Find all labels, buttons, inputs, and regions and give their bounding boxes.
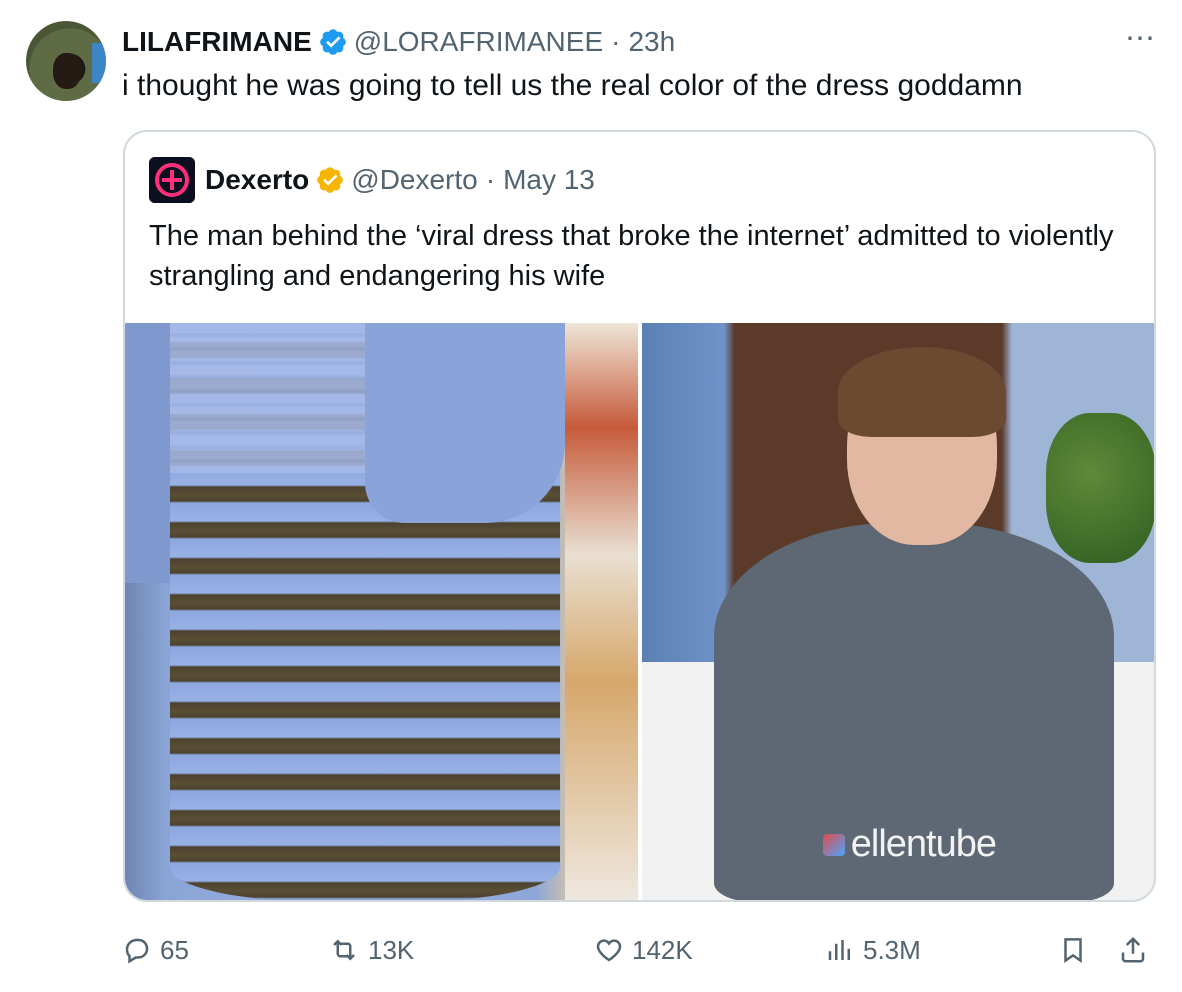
reply-button[interactable]: 65 xyxy=(122,928,189,972)
like-button[interactable]: 142K xyxy=(594,928,693,972)
tweet-text: i thought he was going to tell us the re… xyxy=(122,69,1023,102)
watermark-text: ellentube xyxy=(850,823,997,865)
blue-jacket xyxy=(365,323,565,523)
dress-photo[interactable] xyxy=(125,323,638,900)
quoted-author-avatar[interactable] xyxy=(149,157,195,203)
gold-verified-badge-icon xyxy=(315,165,345,195)
heart-icon xyxy=(596,939,622,962)
separator-dot: · xyxy=(485,164,496,195)
repost-icon xyxy=(333,939,355,961)
repost-count: 13K xyxy=(368,934,415,965)
author-handle[interactable]: @LORAFRIMANEE xyxy=(354,26,603,58)
author-avatar[interactable] xyxy=(26,21,106,101)
man-on-couch-photo[interactable]: ellentube xyxy=(642,323,1154,900)
author-name[interactable]: LILAFRIMANE xyxy=(122,26,312,58)
view-count: 5.3M xyxy=(863,934,921,965)
store-background xyxy=(565,323,638,900)
avatar-edge xyxy=(92,43,106,83)
reply-count: 65 xyxy=(160,934,189,965)
quoted-media[interactable]: ellentube xyxy=(125,323,1154,900)
share-icon xyxy=(1121,936,1145,963)
dexerto-logo-icon xyxy=(149,157,195,203)
man-hair xyxy=(838,347,1006,437)
like-count: 142K xyxy=(632,934,693,965)
bookmark-icon xyxy=(1064,938,1082,964)
plant xyxy=(1046,413,1154,563)
quoted-author-handle[interactable]: @Dexerto xyxy=(351,164,477,196)
more-options-icon[interactable]: ⋯ xyxy=(1125,24,1156,54)
separator-dot: · xyxy=(611,26,621,57)
quoted-author-name[interactable]: Dexerto xyxy=(205,164,309,196)
quoted-header: Dexerto @Dexerto · May 13 xyxy=(149,157,595,203)
analytics-icon xyxy=(828,940,850,960)
avatar-face xyxy=(53,53,81,89)
quoted-text: The man behind the ‘viral dress that bro… xyxy=(149,220,1114,292)
action-bar: 65 13K 142K 5.3M xyxy=(122,928,1156,972)
tweet-header: LILAFRIMANE @LORAFRIMANEE · 23h xyxy=(122,22,675,62)
ellentube-logo-icon xyxy=(822,834,845,856)
quoted-time[interactable]: May 13 xyxy=(503,164,595,196)
views-button[interactable]: 5.3M xyxy=(825,928,921,972)
quoted-tweet[interactable]: Dexerto @Dexerto · May 13 The man behind… xyxy=(123,130,1156,902)
share-button[interactable] xyxy=(1118,928,1148,972)
tweet-time[interactable]: 23h xyxy=(628,26,675,58)
reply-icon xyxy=(125,938,149,964)
ellentube-watermark: ellentube xyxy=(822,823,997,866)
repost-button[interactable]: 13K xyxy=(328,928,414,972)
bookmark-button[interactable] xyxy=(1058,928,1088,972)
verified-badge-icon xyxy=(318,27,348,57)
